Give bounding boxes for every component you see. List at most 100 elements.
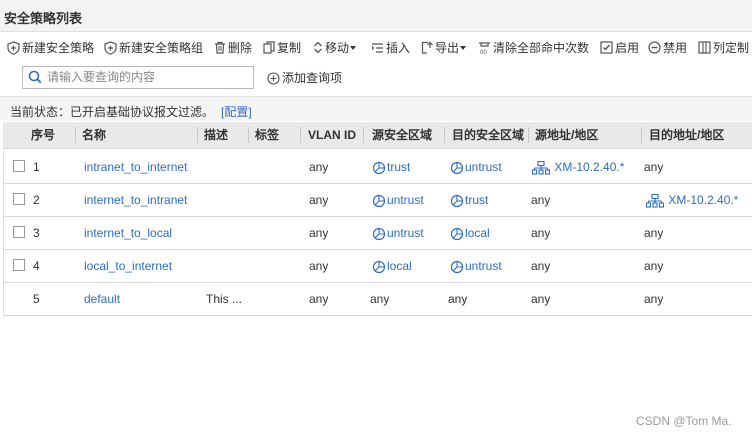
disable-button[interactable]: 禁用 — [648, 36, 687, 58]
copy-icon — [263, 41, 275, 54]
row-dst-addr: any — [644, 292, 664, 306]
zone-icon — [372, 227, 386, 240]
search-icon — [28, 70, 42, 84]
column-custom-button[interactable]: 列定制 — [698, 36, 749, 58]
row-dst-addr[interactable]: XM-10.2.40.* — [646, 184, 738, 216]
row-vlan: any — [309, 160, 329, 174]
search-input[interactable] — [47, 68, 247, 85]
network-address-icon — [532, 160, 550, 175]
panel-title: 安全策略列表 — [4, 11, 83, 26]
plus-circle-icon — [267, 72, 280, 85]
shield-add-icon — [7, 41, 20, 55]
panel-title-bar: 安全策略列表 — [0, 0, 752, 32]
row-dst-addr: any — [644, 226, 664, 240]
add-query-button[interactable]: 添加查询项 — [267, 69, 342, 86]
disable-circle-icon — [648, 41, 661, 54]
row-description — [206, 217, 248, 249]
col-name-header[interactable]: 名称 — [82, 122, 106, 148]
row-src-zone[interactable]: local — [372, 250, 412, 282]
svg-text:00: 00 — [480, 50, 487, 55]
row-checkbox[interactable] — [13, 226, 25, 238]
row-dst-zone[interactable]: untrust — [450, 151, 502, 183]
shield-group-icon — [104, 41, 117, 55]
col-dst-zone-header[interactable]: 目的安全区域 — [452, 122, 524, 148]
move-dropdown[interactable]: 移动 — [313, 36, 357, 58]
move-label: 移动 — [325, 40, 350, 55]
network-address-icon — [646, 193, 664, 208]
status-bar: 当前状态：已开启基础协议报文过滤。 [配置] — [0, 96, 752, 121]
chevron-down-icon — [350, 45, 357, 50]
col-src-zone-header[interactable]: 源安全区域 — [372, 122, 432, 148]
zone-icon — [450, 161, 464, 174]
move-updown-icon — [314, 41, 322, 54]
trash-icon — [215, 42, 225, 54]
row-src-addr: any — [531, 292, 551, 306]
row-description — [206, 184, 248, 216]
row-name-link[interactable]: internet_to_local — [84, 217, 172, 249]
row-src-zone[interactable]: untrust — [372, 184, 424, 216]
row-src-addr: any — [531, 226, 551, 240]
table-row[interactable]: 2 internet_to_intranet any untrust trust… — [3, 184, 752, 217]
clear-hits-button[interactable]: 00 清除全部命中次数 — [478, 36, 589, 58]
row-description — [206, 151, 248, 183]
table-row[interactable]: 1 intranet_to_internet any trust untrust… — [3, 151, 752, 184]
row-index: 1 — [33, 160, 40, 174]
row-vlan: any — [309, 226, 329, 240]
col-index-header[interactable]: 序号 — [31, 122, 55, 148]
row-dst-zone: any — [448, 292, 468, 306]
row-checkbox[interactable] — [13, 160, 25, 172]
row-src-zone[interactable]: trust — [372, 151, 410, 183]
new-policy-group-button[interactable]: 新建安全策略组 — [104, 36, 203, 58]
row-dst-zone[interactable]: trust — [450, 184, 488, 216]
disable-label: 禁用 — [663, 40, 688, 55]
zone-icon — [372, 194, 386, 207]
delete-button[interactable]: 删除 — [214, 36, 252, 58]
enable-label: 启用 — [615, 40, 640, 55]
row-name-link[interactable]: internet_to_intranet — [84, 184, 187, 216]
column-custom-label: 列定制 — [713, 40, 750, 55]
new-policy-label: 新建安全策略 — [22, 40, 95, 55]
row-src-addr[interactable]: XM-10.2.40.* — [532, 151, 624, 183]
row-name-link[interactable]: intranet_to_internet — [84, 151, 187, 183]
row-checkbox[interactable] — [13, 259, 25, 271]
col-description-header[interactable]: 描述 — [204, 122, 228, 148]
row-dst-addr: any — [644, 160, 664, 174]
col-tag-header[interactable]: 标签 — [255, 122, 279, 148]
row-vlan: any — [309, 292, 329, 306]
row-src-addr: any — [531, 259, 551, 273]
insert-button[interactable]: 插入 — [371, 36, 410, 58]
table-row[interactable]: 4 local_to_internet any local untrust an… — [3, 250, 752, 283]
enable-button[interactable]: 启用 — [600, 36, 639, 58]
policy-table: 序号 名称 描述 标签 VLAN ID 源安全区域 目的安全区域 源地址/地区 … — [3, 122, 752, 316]
row-dst-addr: any — [644, 259, 664, 273]
copy-button[interactable]: 复制 — [263, 36, 301, 58]
row-checkbox[interactable] — [13, 193, 25, 205]
clear-hits-label: 清除全部命中次数 — [493, 40, 590, 55]
export-label: 导出 — [435, 40, 460, 55]
add-query-label: 添加查询项 — [282, 71, 343, 85]
row-src-zone[interactable]: untrust — [372, 217, 424, 249]
zone-icon — [372, 260, 386, 273]
row-name-link[interactable]: default — [84, 283, 120, 315]
row-name-link[interactable]: local_to_internet — [84, 250, 172, 282]
columns-icon — [698, 41, 711, 54]
col-vlan-header[interactable]: VLAN ID — [308, 122, 356, 148]
copy-label: 复制 — [277, 40, 302, 55]
row-description: This ... — [206, 292, 243, 306]
row-index: 3 — [33, 226, 40, 240]
table-row[interactable]: 3 internet_to_local any untrust local an… — [3, 217, 752, 250]
status-text: 当前状态：已开启基础协议报文过滤。 — [10, 105, 215, 119]
search-box — [22, 66, 254, 89]
new-policy-group-label: 新建安全策略组 — [119, 40, 204, 55]
export-icon — [421, 41, 433, 54]
row-dst-zone[interactable]: local — [450, 217, 490, 249]
table-header: 序号 名称 描述 标签 VLAN ID 源安全区域 目的安全区域 源地址/地区 … — [3, 122, 752, 149]
col-src-addr-header[interactable]: 源地址/地区 — [535, 122, 598, 148]
export-dropdown[interactable]: 导出 — [421, 36, 467, 58]
config-link[interactable]: [配置] — [221, 103, 252, 120]
col-dst-addr-header[interactable]: 目的地址/地区 — [649, 122, 724, 148]
table-row[interactable]: 5 default This ... any any any any any — [3, 283, 752, 316]
row-dst-zone[interactable]: untrust — [450, 250, 502, 282]
row-description — [206, 250, 248, 282]
new-policy-button[interactable]: 新建安全策略 — [7, 36, 94, 58]
